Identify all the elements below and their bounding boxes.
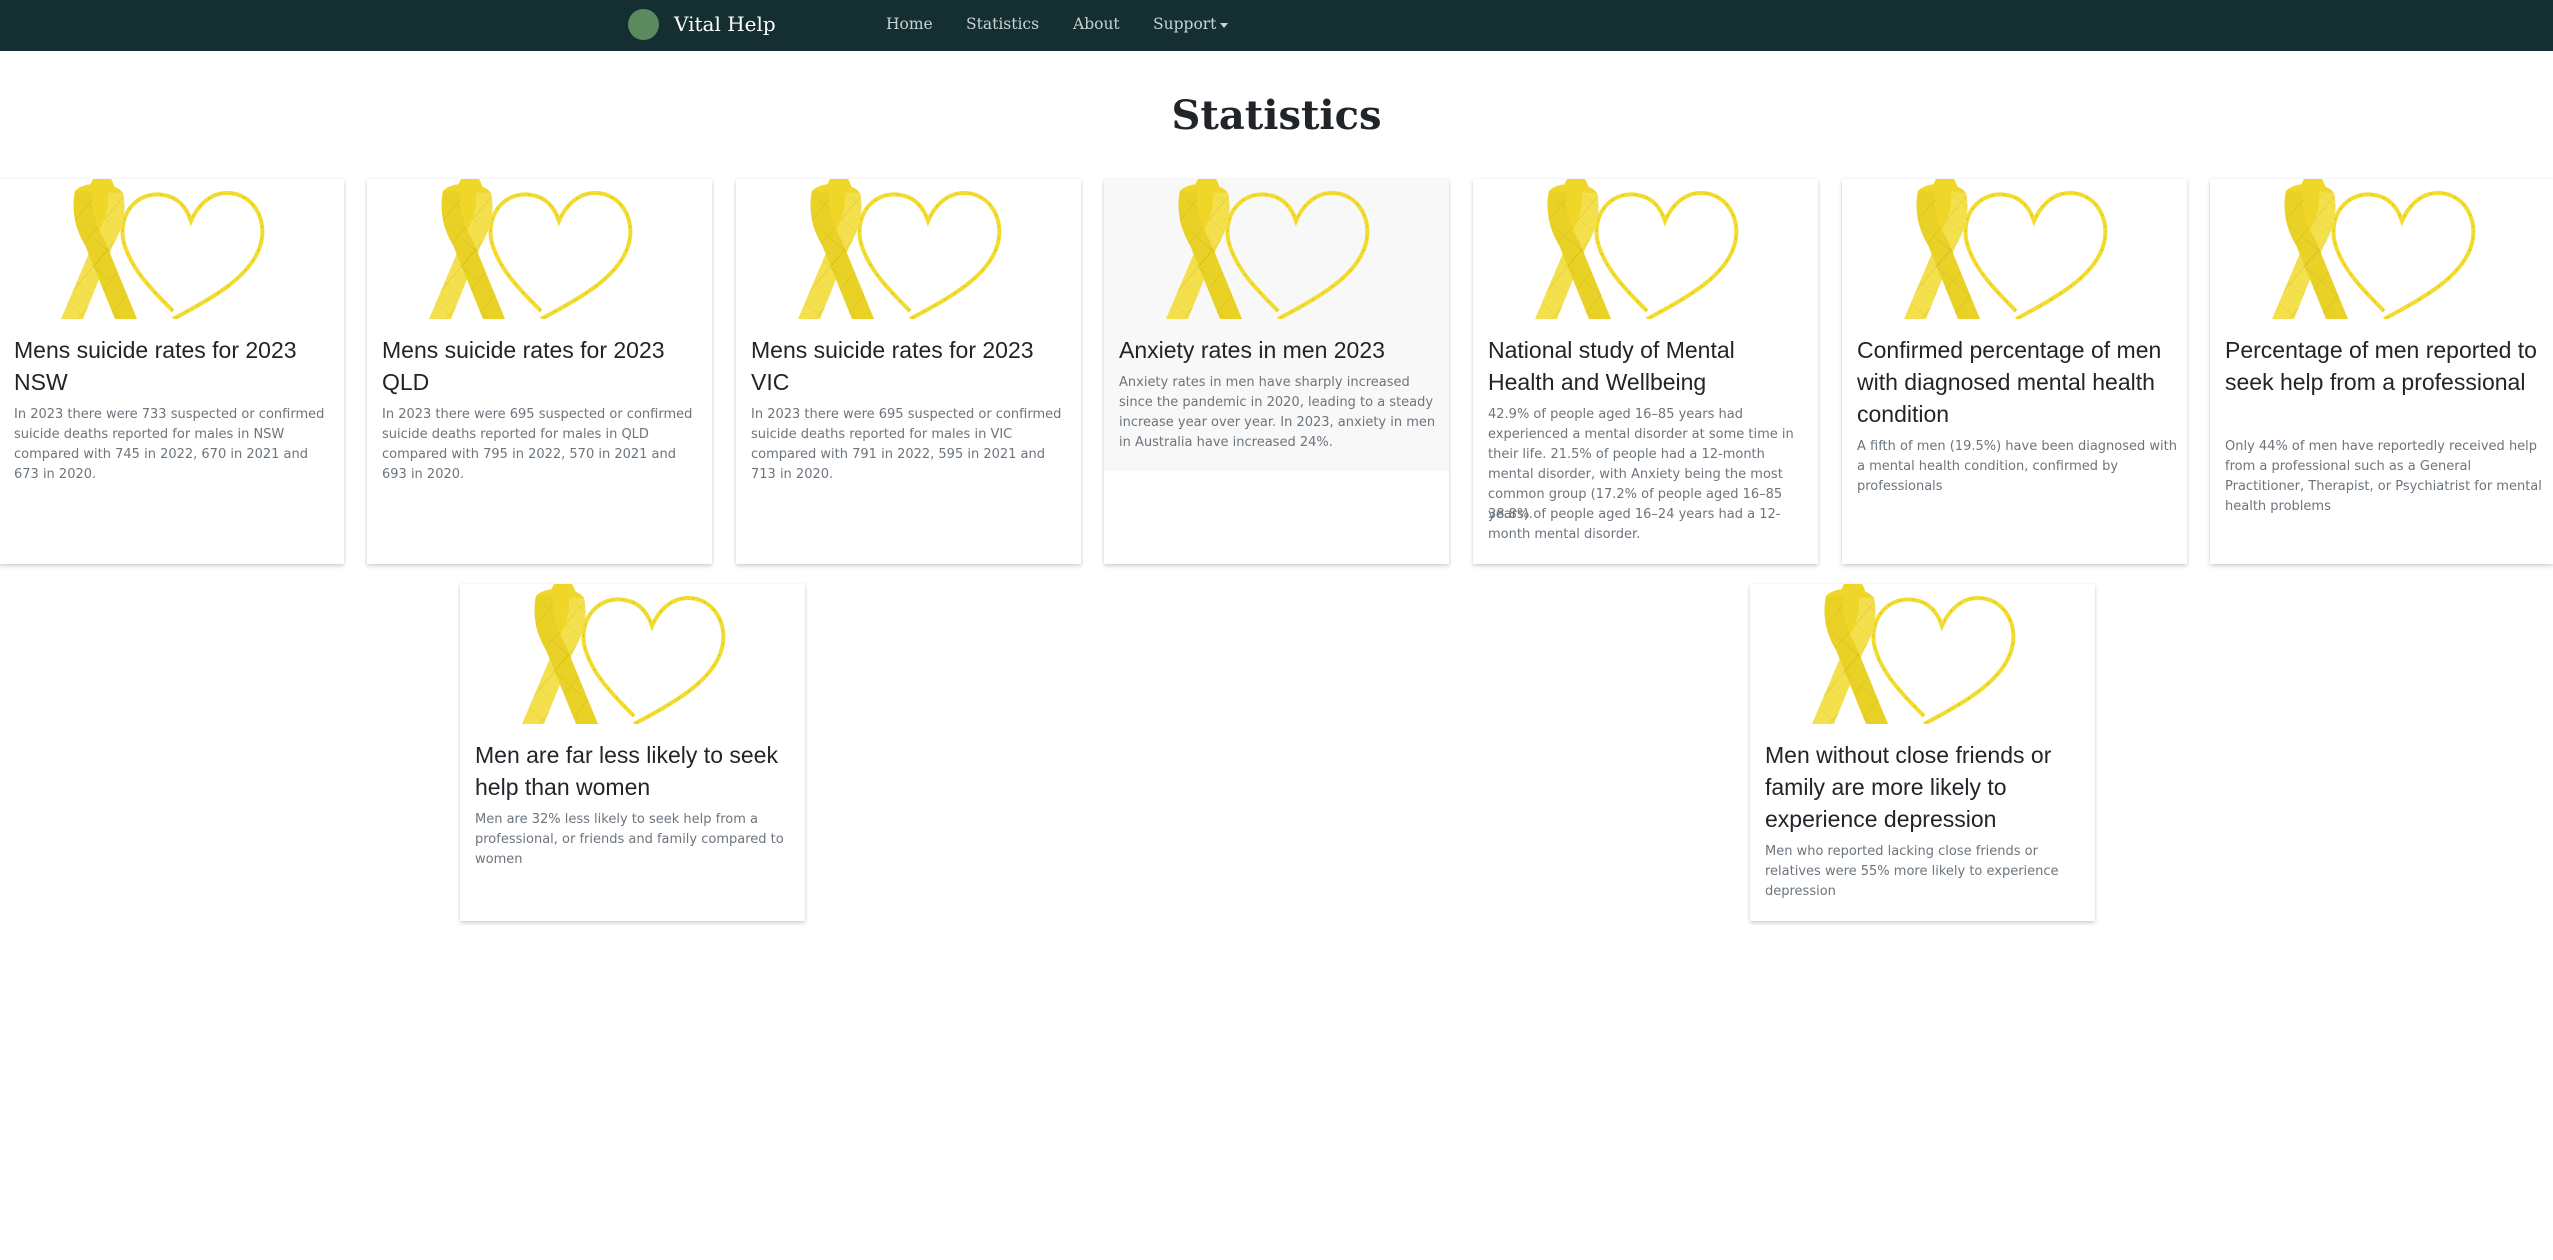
- card-text: Men are 32% less likely to seek help fro…: [475, 812, 784, 867]
- card-text: In 2023 there were 695 suspected or conf…: [382, 407, 693, 482]
- card-title: Mens suicide rates for 2023 NSW: [14, 337, 297, 395]
- nav-dropdown-support-label: Support: [1153, 15, 1217, 33]
- card-text-extra: 38.8% of people aged 16–24 years had a 1…: [1488, 507, 1781, 542]
- ribbon-heart-icon: [1473, 179, 1818, 319]
- nav-link-about[interactable]: About: [1073, 13, 1120, 35]
- ribbon-heart-icon: [1104, 179, 1449, 319]
- stat-card-national-study: National study of Mental Health and Well…: [1473, 179, 1818, 564]
- stat-card-anxiety: Anxiety rates in men 2023 Anxiety rates …: [1104, 179, 1449, 564]
- card-text: In 2023 there were 733 suspected or conf…: [14, 407, 325, 482]
- card-title: Percentage of men reported to seek help …: [2225, 337, 2537, 395]
- ribbon-heart-icon: [367, 179, 712, 319]
- brand-name[interactable]: Vital Help: [674, 10, 776, 38]
- brand-logo-icon[interactable]: [628, 9, 659, 40]
- stat-card-close-friends: Men without close friends or family are …: [1750, 584, 2095, 921]
- card-text: Only 44% of men have reportedly received…: [2225, 439, 2542, 514]
- page-title: Statistics: [1171, 92, 1382, 139]
- ribbon-heart-icon: [2210, 179, 2553, 319]
- ribbon-heart-icon: [736, 179, 1081, 319]
- card-title: Confirmed percentage of men with diagnos…: [1857, 337, 2162, 427]
- card-text: In 2023 there were 695 suspected or conf…: [751, 407, 1062, 482]
- stat-card-seek-help-professional: Percentage of men reported to seek help …: [2210, 179, 2553, 564]
- stat-card-vic: Mens suicide rates for 2023 VIC In 2023 …: [736, 179, 1081, 564]
- ribbon-heart-icon: [0, 179, 344, 319]
- card-title: Men are far less likely to seek help tha…: [475, 742, 778, 800]
- nav-dropdown-support[interactable]: Support: [1153, 13, 1229, 35]
- ribbon-heart-icon: [1750, 584, 2095, 724]
- stat-card-diagnosed: Confirmed percentage of men with diagnos…: [1842, 179, 2187, 564]
- card-text: A fifth of men (19.5%) have been diagnos…: [1857, 439, 2177, 494]
- card-title: Men without close friends or family are …: [1765, 742, 2052, 832]
- caret-down-icon: [1220, 22, 1229, 28]
- top-navbar: Vital Help Home Statistics About Support: [0, 0, 2553, 51]
- ribbon-heart-icon: [1842, 179, 2187, 319]
- card-title: Anxiety rates in men 2023: [1119, 337, 1385, 363]
- card-title: National study of Mental Health and Well…: [1488, 337, 1735, 395]
- ribbon-heart-icon: [460, 584, 805, 724]
- stat-card-less-likely: Men are far less likely to seek help tha…: [460, 584, 805, 921]
- card-title: Mens suicide rates for 2023 VIC: [751, 337, 1034, 395]
- card-title: Mens suicide rates for 2023 QLD: [382, 337, 665, 395]
- nav-link-home[interactable]: Home: [886, 13, 933, 35]
- stat-card-qld: Mens suicide rates for 2023 QLD In 2023 …: [367, 179, 712, 564]
- nav-link-statistics[interactable]: Statistics: [966, 13, 1039, 35]
- stat-card-nsw: Mens suicide rates for 2023 NSW In 2023 …: [0, 179, 344, 564]
- card-text: Men who reported lacking close friends o…: [1765, 844, 2059, 899]
- card-text: Anxiety rates in men have sharply increa…: [1119, 375, 1436, 450]
